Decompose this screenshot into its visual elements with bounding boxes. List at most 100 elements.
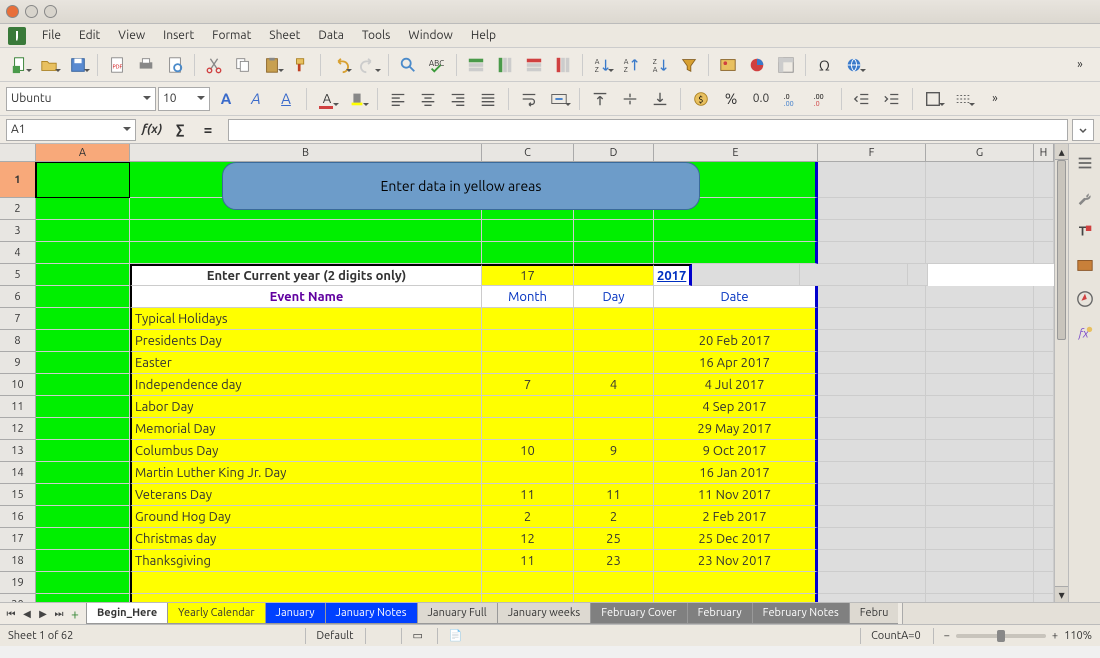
sort-az-button[interactable]: ZA	[646, 51, 674, 79]
event-name-cell[interactable]: Presidents Day	[130, 330, 482, 352]
event-day-cell[interactable]: 25	[574, 528, 654, 550]
spreadsheet-grid[interactable]: A B C D E F G H Enter data in yellow are…	[0, 144, 1054, 602]
col-header-C[interactable]: C	[482, 144, 574, 161]
borders-button[interactable]	[919, 85, 947, 113]
row-header[interactable]: 5	[0, 264, 36, 286]
currency-button[interactable]: $	[687, 85, 715, 113]
event-date-cell[interactable]: 11 Nov 2017	[654, 484, 818, 506]
underline-button[interactable]: A	[272, 85, 300, 113]
event-date-cell[interactable]: 4 Sep 2017	[654, 396, 818, 418]
sidebar-properties-icon[interactable]	[1072, 150, 1098, 176]
event-name-cell[interactable]: Thanksgiving	[130, 550, 482, 572]
insert-col-button[interactable]	[491, 51, 519, 79]
insert-chart-button[interactable]	[743, 51, 771, 79]
event-day-cell[interactable]: 2	[574, 506, 654, 528]
spellcheck-button[interactable]: ABC	[423, 51, 451, 79]
new-doc-button[interactable]	[6, 51, 34, 79]
row-header[interactable]: 9	[0, 352, 36, 374]
event-name-cell[interactable]: Christmas day	[130, 528, 482, 550]
align-left-button[interactable]	[384, 85, 412, 113]
row-header[interactable]: 16	[0, 506, 36, 528]
sort-asc-button[interactable]: AZ	[588, 51, 616, 79]
col-date[interactable]: Date	[654, 286, 818, 308]
tab-first-button[interactable]: ⏮	[4, 608, 18, 620]
menu-insert[interactable]: Insert	[155, 27, 202, 44]
event-date-cell[interactable]: 9 Oct 2017	[654, 440, 818, 462]
row-header[interactable]: 4	[0, 242, 36, 264]
formula-expand-button[interactable]	[1072, 119, 1094, 141]
col-header-E[interactable]: E	[654, 144, 818, 161]
align-bottom-button[interactable]	[646, 85, 674, 113]
event-name-cell[interactable]: Typical Holidays	[130, 308, 482, 330]
sheet-tab[interactable]: January Notes	[325, 603, 418, 624]
add-decimal-button[interactable]: .0.00	[777, 85, 805, 113]
row-header[interactable]: 13	[0, 440, 36, 462]
row-header[interactable]: 20	[0, 594, 36, 602]
row-header[interactable]: 6	[0, 286, 36, 308]
hyperlink-button[interactable]	[840, 51, 868, 79]
menu-view[interactable]: View	[110, 27, 153, 44]
event-day-cell[interactable]	[574, 396, 654, 418]
function-wizard-button[interactable]: f(x)	[140, 119, 164, 141]
row-header[interactable]: 15	[0, 484, 36, 506]
sheet-tab[interactable]: February Cover	[590, 603, 687, 624]
sidebar-functions-icon[interactable]: fx	[1072, 320, 1098, 346]
tab-prev-button[interactable]: ◀	[20, 608, 34, 620]
undo-button[interactable]	[326, 51, 354, 79]
event-month-cell[interactable]: 10	[482, 440, 574, 462]
status-signature[interactable]: 📄	[437, 628, 461, 644]
event-name-cell[interactable]: Independence day	[130, 374, 482, 396]
computed-year[interactable]: 2017	[654, 264, 692, 286]
event-date-cell[interactable]: 4 Jul 2017	[654, 374, 818, 396]
col-day[interactable]: Day	[574, 286, 654, 308]
scroll-down-button[interactable]: ▾	[1055, 586, 1068, 602]
increase-indent-button[interactable]	[878, 85, 906, 113]
event-month-cell[interactable]: 7	[482, 374, 574, 396]
scroll-thumb[interactable]	[1057, 160, 1066, 340]
row-header[interactable]: 10	[0, 374, 36, 396]
clone-format-button[interactable]	[287, 51, 315, 79]
bold-button[interactable]: A	[212, 85, 240, 113]
event-date-cell[interactable]: 16 Jan 2017	[654, 462, 818, 484]
print-preview-button[interactable]	[161, 51, 189, 79]
menu-file[interactable]: File	[34, 27, 69, 44]
event-name-cell[interactable]: Memorial Day	[130, 418, 482, 440]
align-middle-button[interactable]	[616, 85, 644, 113]
col-month[interactable]: Month	[482, 286, 574, 308]
align-center-button[interactable]	[414, 85, 442, 113]
event-day-cell[interactable]	[574, 462, 654, 484]
event-date-cell[interactable]: 23 Nov 2017	[654, 550, 818, 572]
row-header[interactable]: 18	[0, 550, 36, 572]
col-header-A[interactable]: A	[36, 144, 130, 161]
event-name-cell[interactable]: Columbus Day	[130, 440, 482, 462]
cut-button[interactable]	[200, 51, 228, 79]
vertical-scrollbar[interactable]: ▴ ▾	[1054, 144, 1068, 602]
zoom-level[interactable]: 110%	[1064, 630, 1092, 642]
menu-edit[interactable]: Edit	[71, 27, 108, 44]
event-day-cell[interactable]: 11	[574, 484, 654, 506]
open-button[interactable]	[35, 51, 63, 79]
col-header-F[interactable]: F	[818, 144, 926, 161]
row-header[interactable]: 19	[0, 572, 36, 594]
event-date-cell[interactable]	[654, 308, 818, 330]
insert-row-button[interactable]	[462, 51, 490, 79]
window-close-button[interactable]	[6, 5, 19, 18]
event-date-cell[interactable]: 2 Feb 2017	[654, 506, 818, 528]
row-header[interactable]: 2	[0, 198, 36, 220]
menu-help[interactable]: Help	[463, 27, 504, 44]
col-header-D[interactable]: D	[574, 144, 654, 161]
event-month-cell[interactable]	[482, 308, 574, 330]
format-toolbar-overflow[interactable]: »	[981, 85, 1009, 113]
italic-button[interactable]: A	[242, 85, 270, 113]
event-day-cell[interactable]: 23	[574, 550, 654, 572]
event-month-cell[interactable]: 11	[482, 550, 574, 572]
tab-next-button[interactable]: ▶	[36, 608, 50, 620]
sheet-tab[interactable]: February Notes	[752, 603, 850, 624]
sheet-tab[interactable]: Yearly Calendar	[167, 603, 265, 624]
highlight-button[interactable]	[343, 85, 371, 113]
zoom-out-button[interactable]: −	[944, 630, 950, 642]
sidebar-gallery-icon[interactable]	[1072, 252, 1098, 278]
column-headers[interactable]: A B C D E F G H	[0, 144, 1054, 162]
tab-last-button[interactable]: ⏭	[52, 608, 66, 620]
zoom-in-button[interactable]: +	[1052, 630, 1058, 642]
